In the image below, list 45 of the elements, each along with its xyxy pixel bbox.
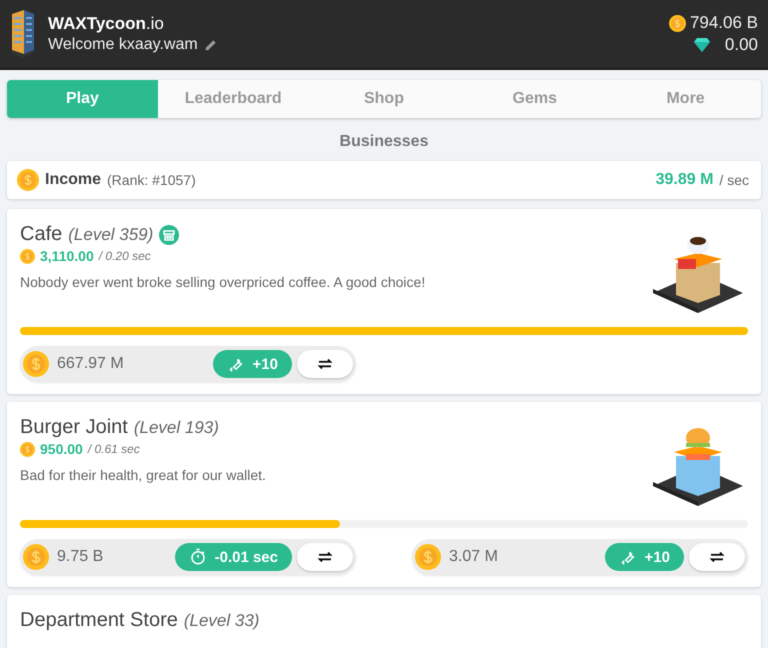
business-name: Cafe [20, 223, 62, 246]
income-rate: 950.00 [40, 441, 83, 457]
level-upgrade-button[interactable]: +10 [212, 350, 292, 378]
pencil-icon[interactable] [204, 38, 218, 52]
stopwatch-icon [188, 548, 207, 566]
business-name: Department Store [20, 609, 178, 632]
income-amount: 39.89 M [656, 171, 714, 189]
section-heading: Businesses [338, 133, 430, 151]
swap-button[interactable] [297, 350, 353, 378]
business-level: (Level 33) [184, 610, 260, 630]
coin-icon [20, 442, 35, 456]
gem-balance: 0.00 [724, 35, 758, 55]
speed-upgrade-button[interactable]: -0.01 sec [174, 543, 292, 571]
coin-icon [20, 248, 35, 264]
business-level: (Level 193) [134, 418, 219, 438]
coin-balance: 794.06 B [690, 13, 758, 33]
nav-tab[interactable]: Gems [459, 80, 610, 118]
swap-button[interactable] [689, 543, 745, 571]
income-interval: / 0.61 sec [88, 442, 140, 456]
swap-button[interactable] [297, 543, 353, 571]
level-upgrade-button[interactable]: +10 [604, 543, 684, 571]
coin-icon [23, 544, 49, 570]
business-name: Burger Joint [20, 416, 128, 439]
income-interval: / 0.20 sec [98, 249, 151, 263]
income-rate: 3,110.00 [40, 248, 94, 264]
income-unit: / sec [719, 172, 749, 188]
business-description: Bad for their health, great for our wallet. [20, 467, 266, 483]
upgrade-cost: 667.97 M [57, 355, 125, 373]
nav-tab[interactable]: Leaderboard [158, 80, 309, 118]
nav-tab[interactable]: Shop [308, 80, 460, 118]
coin-icon [23, 351, 49, 377]
coin-icon [415, 544, 441, 570]
nav-tab[interactable]: More [610, 80, 761, 118]
app-title: WAXTycoon.io [48, 14, 165, 34]
income-label: Income [45, 171, 102, 189]
upgrade-cost: 9.75 B [57, 548, 104, 566]
coin-icon [17, 169, 39, 191]
coin-icon [668, 14, 686, 32]
business-level: (Level 359) [68, 224, 154, 244]
upgrade-cost: 3.07 M [449, 548, 499, 566]
diamond-icon [692, 37, 711, 53]
nav-tab[interactable]: Play [7, 80, 158, 118]
welcome-text: Welcome kxaay.wam [48, 36, 198, 54]
business-description: Nobody ever went broke selling overpriced coffee. A good choice! [20, 274, 426, 290]
rank-text: (Rank: #1057) [107, 172, 197, 188]
